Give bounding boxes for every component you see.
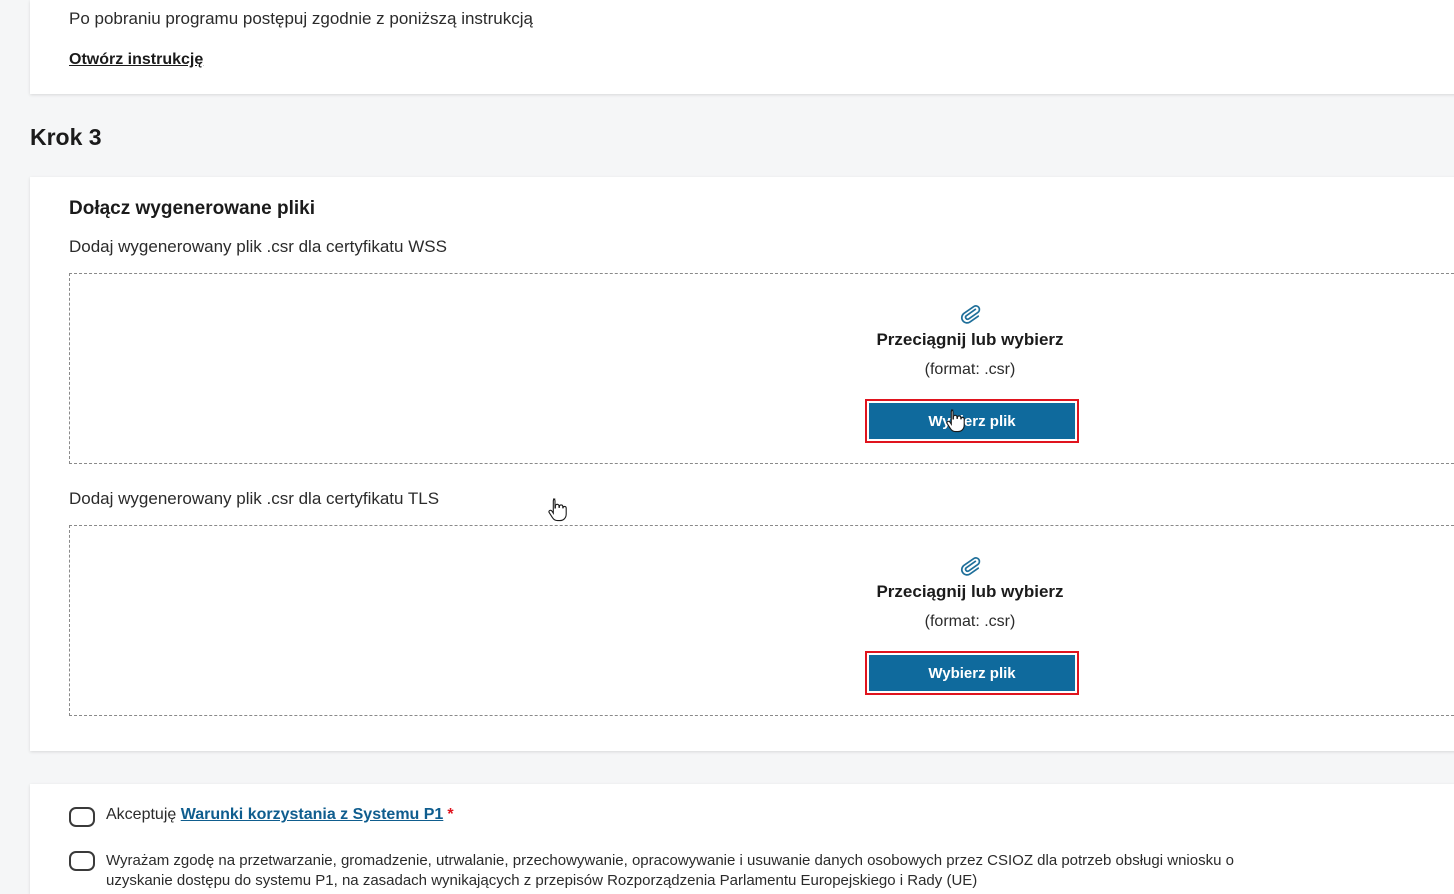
- gdpr-checkbox[interactable]: [69, 851, 95, 871]
- wss-drop-title: Przeciągnij lub wybierz: [876, 330, 1064, 349]
- instruction-text: Po pobraniu programu postępuj zgodnie z …: [69, 9, 533, 28]
- required-marker: *: [447, 806, 454, 823]
- wss-format-hint: (format: .csr): [924, 361, 1016, 378]
- tls-dropzone[interactable]: Przeciągnij lub wybierz (format: .csr) W…: [69, 525, 1454, 716]
- terms-prefix: Akceptuję: [106, 806, 181, 823]
- gdpr-consent-text: Wyrażam zgodę na przetwarzanie, gromadze…: [106, 852, 1234, 889]
- wss-field-label: Dodaj wygenerowany plik .csr dla certyfi…: [69, 237, 447, 256]
- paperclip-icon: [960, 557, 981, 576]
- terms-checkbox[interactable]: [69, 807, 95, 827]
- tls-choose-file-button[interactable]: Wybierz plik: [869, 655, 1075, 691]
- wss-choose-file-button[interactable]: Wybierz plik: [869, 403, 1075, 439]
- tls-field-label: Dodaj wygenerowany plik .csr dla certyfi…: [69, 489, 440, 508]
- section-title: Dołącz wygenerowane pliki: [69, 198, 316, 219]
- paperclip-icon: [960, 305, 981, 324]
- terms-link[interactable]: Warunki korzystania z Systemu P1: [181, 806, 444, 823]
- open-instructions-link[interactable]: Otwórz instrukcję: [69, 51, 203, 69]
- wss-dropzone[interactable]: Przeciągnij lub wybierz (format: .csr) W…: [69, 273, 1454, 464]
- tls-button-highlight: Wybierz plik: [865, 651, 1079, 695]
- step-title: Krok 3: [30, 124, 102, 150]
- tls-drop-title: Przeciągnij lub wybierz: [876, 582, 1064, 601]
- tls-format-hint: (format: .csr): [924, 613, 1016, 630]
- terms-consent: Akceptuję Warunki korzystania z Systemu …: [106, 806, 454, 824]
- wss-button-highlight: Wybierz plik: [865, 399, 1079, 443]
